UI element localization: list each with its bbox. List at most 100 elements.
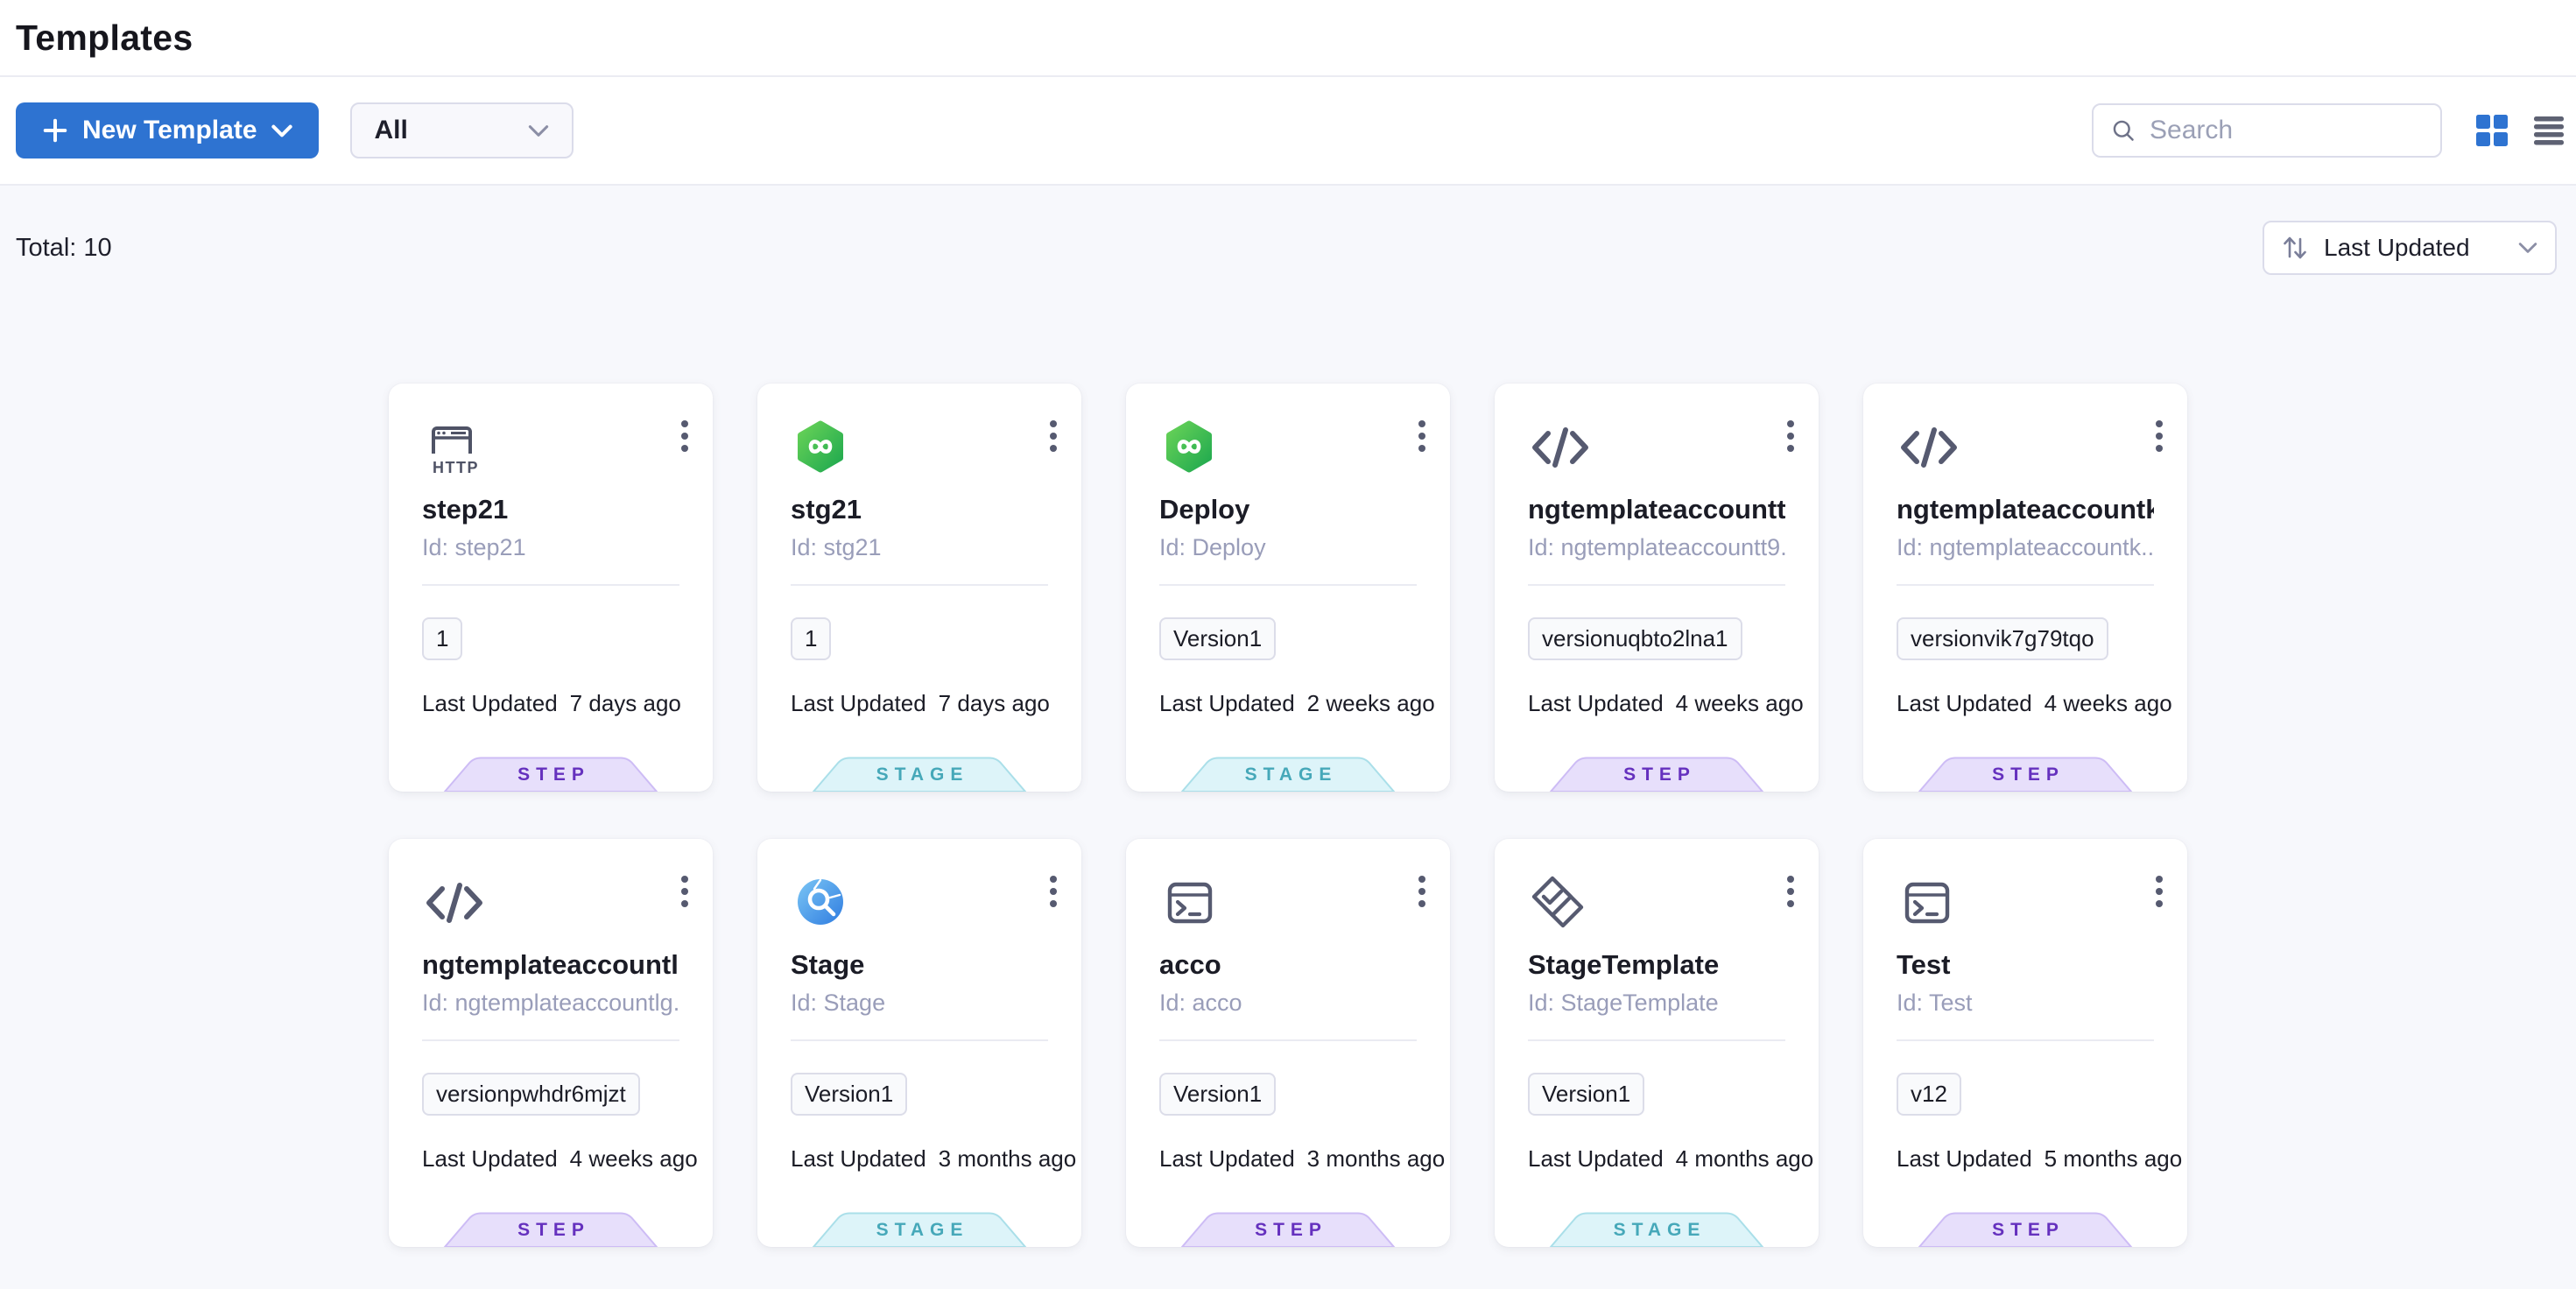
template-id: Id: Stage — [791, 990, 1048, 1017]
last-updated-row: Last Updated 5 months ago — [1897, 1145, 2154, 1173]
search-input[interactable] — [2150, 116, 2423, 145]
last-updated-row: Last Updated 3 months ago — [1159, 1145, 1417, 1173]
template-type-ribbon: STAGE — [1549, 1212, 1764, 1247]
last-updated-value: 4 weeks ago — [1676, 690, 1804, 717]
summary-row: Total: 10 Last Updated — [0, 221, 2576, 275]
version-badge-row: Version1 — [1159, 617, 1417, 660]
card-menu-button[interactable] — [1782, 870, 1799, 912]
version-badge-row: v12 — [1897, 1073, 2154, 1116]
ribbon-label: STAGE — [1180, 764, 1396, 785]
version-badge-row: versionvik7g79tqo — [1897, 617, 2154, 660]
page-title: Templates — [16, 18, 193, 59]
card-divider — [1897, 584, 2154, 586]
card-top-row: HTTP — [1528, 417, 1785, 478]
template-card[interactable]: HTTP — [1863, 839, 2187, 1247]
version-badge: Version1 — [1528, 1073, 1644, 1116]
card-menu-button[interactable] — [2150, 870, 2168, 912]
template-card[interactable]: HTTP — [1126, 384, 1450, 792]
template-id: Id: step21 — [422, 534, 679, 561]
card-divider — [422, 1039, 679, 1041]
new-template-button[interactable]: New Template — [16, 102, 319, 158]
last-updated-value: 4 months ago — [1676, 1145, 1814, 1173]
last-updated-label: Last Updated — [1159, 1145, 1295, 1173]
template-card[interactable]: HTTP — [757, 384, 1081, 792]
card-menu-button[interactable] — [676, 415, 693, 457]
template-type-ribbon: STAGE — [812, 757, 1027, 792]
chevron-down-icon — [271, 124, 292, 137]
version-badge: Version1 — [1159, 617, 1276, 660]
version-badge-row: Version1 — [1528, 1073, 1785, 1116]
content-area: Total: 10 Last Updated — [0, 186, 2576, 1289]
template-card[interactable]: HTTP — [757, 839, 1081, 1247]
template-type-icon-slot: HTTP — [791, 872, 857, 933]
card-menu-button[interactable] — [1782, 415, 1799, 457]
card-menu-button[interactable] — [1045, 870, 1062, 912]
card-menu-button[interactable] — [1413, 415, 1431, 457]
last-updated-label: Last Updated — [1897, 690, 2032, 717]
last-updated-label: Last Updated — [1897, 1145, 2032, 1173]
page-header: Templates — [0, 0, 2576, 77]
version-badge: v12 — [1897, 1073, 1961, 1116]
toolbar: New Template All — [0, 77, 2576, 186]
plus-icon — [42, 117, 68, 144]
card-top-row: HTTP — [1159, 872, 1417, 933]
last-updated-label: Last Updated — [791, 1145, 926, 1173]
grid-view-button[interactable] — [2475, 114, 2509, 147]
template-type-ribbon: STEP — [443, 757, 658, 792]
template-card[interactable]: HTTP — [1863, 384, 2187, 792]
last-updated-row: Last Updated 4 weeks ago — [1528, 690, 1785, 717]
template-type-icon-slot: HTTP — [1897, 872, 1963, 933]
card-divider — [791, 1039, 1048, 1041]
chevron-down-icon — [528, 124, 549, 137]
template-id: Id: ngtemplateaccountk... — [1897, 534, 2154, 561]
template-id: Id: StageTemplate — [1528, 990, 1785, 1017]
sort-dropdown[interactable]: Last Updated — [2263, 221, 2557, 275]
custom-stage-icon — [791, 872, 850, 932]
template-type-filter-select[interactable]: All — [350, 102, 574, 158]
last-updated-label: Last Updated — [791, 690, 926, 717]
card-divider — [1897, 1039, 2154, 1041]
last-updated-row: Last Updated 4 months ago — [1528, 1145, 1785, 1173]
template-card[interactable]: HTTP — [389, 384, 713, 792]
code-step-icon — [1897, 417, 1961, 478]
card-divider — [1528, 1039, 1785, 1041]
chevron-down-icon — [2518, 242, 2537, 254]
list-view-button[interactable] — [2534, 114, 2564, 147]
ribbon-label: STAGE — [812, 1220, 1027, 1241]
template-title: ngtemplateaccountl... — [422, 949, 679, 981]
list-view-icon — [2534, 114, 2564, 147]
template-title: stg21 — [791, 494, 1048, 525]
template-id: Id: Test — [1897, 990, 2154, 1017]
last-updated-label: Last Updated — [1528, 690, 1664, 717]
card-divider — [1159, 584, 1417, 586]
card-menu-button[interactable] — [1045, 415, 1062, 457]
template-card[interactable]: HTTP — [1495, 839, 1819, 1247]
version-badge-row: Version1 — [791, 1073, 1048, 1116]
ribbon-label: STAGE — [1549, 1220, 1764, 1241]
last-updated-row: Last Updated 2 weeks ago — [1159, 690, 1417, 717]
last-updated-label: Last Updated — [1159, 690, 1295, 717]
svg-text:HTTP: HTTP — [433, 459, 479, 476]
template-id: Id: ngtemplateaccountlg... — [422, 990, 679, 1017]
last-updated-row: Last Updated 7 days ago — [422, 690, 679, 717]
template-id: Id: Deploy — [1159, 534, 1417, 561]
template-card[interactable]: HTTP — [1126, 839, 1450, 1247]
card-top-row: HTTP — [1159, 417, 1417, 478]
stage-hexagon-icon — [791, 417, 850, 476]
version-badge: versionuqbto2lna1 — [1528, 617, 1742, 660]
template-type-icon-slot: HTTP — [791, 417, 857, 478]
card-menu-button[interactable] — [2150, 415, 2168, 457]
template-card[interactable]: HTTP — [1495, 384, 1819, 792]
search-icon — [2111, 116, 2136, 144]
card-divider — [1528, 584, 1785, 586]
card-top-row: HTTP — [1897, 872, 2154, 933]
template-type-ribbon: STEP — [1918, 757, 2133, 792]
template-card[interactable]: HTTP — [389, 839, 713, 1247]
version-badge-row: versionuqbto2lna1 — [1528, 617, 1785, 660]
template-type-icon-slot: HTTP — [1897, 417, 1963, 478]
template-type-icon-slot: HTTP — [1528, 417, 1594, 478]
template-grid: HTTP — [0, 384, 2576, 1247]
template-type-ribbon: STEP — [1180, 1212, 1396, 1247]
card-menu-button[interactable] — [1413, 870, 1431, 912]
card-menu-button[interactable] — [676, 870, 693, 912]
